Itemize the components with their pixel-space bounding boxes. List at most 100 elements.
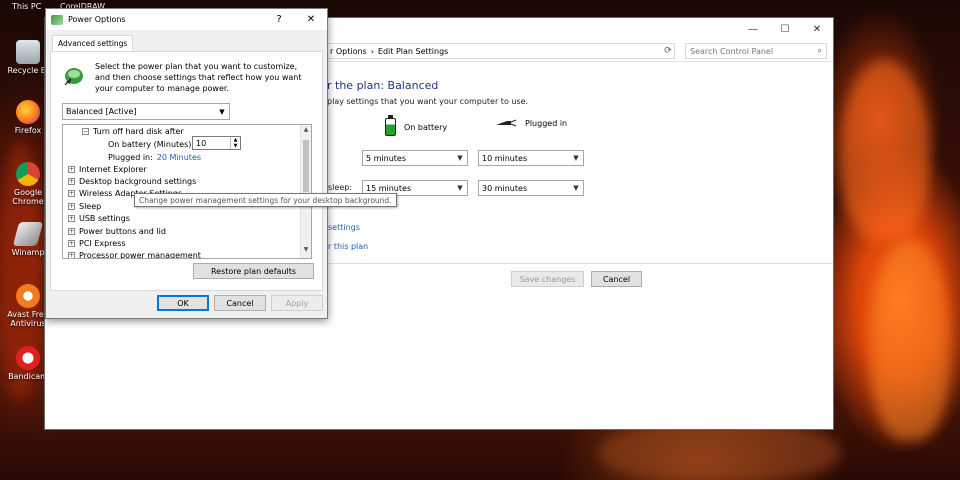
tree-item[interactable]: + Desktop background settings — [68, 177, 196, 186]
breadcrumb[interactable]: r Options › Edit Plan Settings — [325, 43, 675, 59]
power-plan-icon — [64, 68, 83, 86]
breadcrumb-separator-icon: › — [370, 46, 374, 56]
display-on-battery-select[interactable]: 5 minutes ▼ — [362, 150, 468, 166]
close-icon[interactable]: ✕ — [295, 9, 327, 30]
recycle-bin-icon — [16, 40, 40, 64]
close-icon[interactable]: ✕ — [801, 18, 833, 40]
expand-icon[interactable]: + — [68, 228, 75, 235]
select-value: 30 minutes — [482, 183, 528, 193]
tab-strip: Advanced settings — [50, 33, 323, 51]
expand-icon[interactable]: + — [68, 203, 75, 210]
tree-item[interactable]: + Internet Explorer — [68, 165, 147, 174]
chrome-icon — [16, 162, 40, 186]
display-plugged-in-select[interactable]: 10 minutes ▼ — [478, 150, 584, 166]
desktop-icon-label: Google Chrome — [12, 188, 44, 206]
stepper-buttons[interactable]: ▲ ▼ — [230, 137, 240, 149]
tree-item[interactable]: + PCI Express — [68, 239, 126, 248]
chevron-down-icon: ▼ — [457, 184, 463, 192]
expand-icon[interactable]: + — [68, 252, 75, 258]
window-controls: — ☐ ✕ — [737, 18, 833, 40]
collapse-icon[interactable]: − — [82, 128, 89, 135]
avast-icon — [16, 284, 40, 308]
maximize-icon[interactable]: ☐ — [769, 18, 801, 40]
restore-defaults-link[interactable]: r this plan — [328, 242, 368, 251]
scroll-thumb[interactable] — [303, 140, 309, 192]
tree-item-plugged-in: Plugged in: 20 Minutes — [108, 153, 201, 162]
restore-plan-defaults-button[interactable]: Restore plan defaults — [193, 263, 314, 279]
apply-button[interactable]: Apply — [271, 295, 323, 311]
tree-item-label: Turn off hard disk after — [93, 127, 184, 136]
dialog-titlebar: Power Options ? ✕ — [46, 9, 327, 30]
chevron-down-icon: ▼ — [219, 107, 225, 116]
desktop-label-this-pc[interactable]: This PC — [12, 2, 41, 11]
dialog-intro-text: Select the power plan that you want to c… — [95, 62, 302, 93]
power-options-icon — [51, 14, 63, 25]
column-label-on-battery: On battery — [404, 122, 448, 132]
expand-icon[interactable]: + — [68, 190, 75, 197]
breadcrumb-item-power-options[interactable]: r Options — [330, 47, 367, 56]
tree-item-label: PCI Express — [79, 239, 126, 248]
page-subtitle: play settings that you want your compute… — [327, 97, 529, 106]
tree-item-label: Internet Explorer — [79, 165, 147, 174]
sleep-plugged-in-select[interactable]: 30 minutes ▼ — [478, 180, 584, 196]
expand-icon[interactable]: + — [68, 240, 75, 247]
breadcrumb-item-edit-plan[interactable]: Edit Plan Settings — [378, 47, 448, 56]
tree-item-hard-disk[interactable]: − Turn off hard disk after — [82, 127, 184, 136]
stepper-value: 10 — [196, 138, 207, 148]
select-value: 5 minutes — [366, 153, 407, 163]
dialog-cancel-button[interactable]: Cancel — [214, 295, 266, 311]
tab-advanced-settings[interactable]: Advanced settings — [52, 35, 134, 51]
desktop-icon-label: Winamp — [11, 248, 45, 257]
tree-item[interactable]: + Processor power management — [68, 251, 201, 259]
dialog-title-buttons: ? ✕ — [263, 9, 327, 30]
tree-item[interactable]: + Sleep — [68, 202, 101, 211]
on-battery-minutes-stepper[interactable]: 10 ▲ ▼ — [192, 136, 241, 150]
tree-item[interactable]: + USB settings — [68, 214, 130, 223]
minimize-icon[interactable]: — — [737, 18, 769, 40]
page-title: r the plan: Balanced — [327, 79, 439, 92]
tree-item-label: On battery (Minutes): — [108, 140, 195, 149]
expand-icon[interactable]: + — [68, 215, 75, 222]
column-header-plugged-in: Plugged in — [495, 118, 567, 128]
help-icon[interactable]: ? — [263, 9, 295, 30]
winamp-icon — [12, 222, 44, 246]
firefox-icon — [16, 100, 40, 124]
select-value: 15 minutes — [366, 183, 412, 193]
expand-icon[interactable]: + — [68, 166, 75, 173]
tree-item-on-battery: On battery (Minutes): — [108, 140, 194, 149]
tree-scrollbar[interactable]: ▲ ▼ — [300, 125, 311, 258]
plug-icon — [496, 119, 517, 127]
chevron-down-icon: ▼ — [573, 184, 579, 192]
refresh-icon[interactable]: ⟳ — [661, 43, 675, 59]
search-icon: ⌕ — [817, 46, 822, 55]
tooltip: Change power management settings for you… — [134, 193, 397, 207]
desktop-icon-label: Avast Free Antivirus — [7, 310, 49, 328]
chevron-down-icon: ▼ — [457, 154, 463, 162]
select-value: Balanced [Active] — [66, 107, 137, 116]
tree-item[interactable]: + Power buttons and lid — [68, 227, 166, 236]
ok-button[interactable]: OK — [157, 295, 209, 311]
change-advanced-settings-link[interactable]: settings — [328, 223, 360, 232]
plugged-in-value-link[interactable]: 20 Minutes — [157, 153, 201, 162]
advanced-settings-panel: Select the power plan that you want to c… — [50, 51, 323, 291]
search-placeholder: Search Control Panel — [690, 46, 774, 56]
column-label-plugged-in: Plugged in — [525, 118, 568, 128]
tree-item-label: Desktop background settings — [79, 177, 197, 186]
cancel-button[interactable]: Cancel — [591, 271, 642, 287]
settings-tree[interactable]: − Turn off hard disk after On battery (M… — [62, 124, 312, 259]
expand-icon[interactable]: + — [68, 178, 75, 185]
tree-item-label: Plugged in: — [108, 153, 153, 162]
search-input[interactable]: Search Control Panel ⌕ — [685, 43, 827, 59]
tree-item-label: Processor power management — [79, 251, 201, 259]
tree-item-label: USB settings — [79, 214, 130, 223]
tree-item-label: Sleep — [79, 202, 102, 211]
dialog-title: Power Options — [68, 15, 126, 24]
save-changes-button[interactable]: Save changes — [511, 271, 584, 287]
bandicam-icon — [16, 346, 40, 370]
select-value: 10 minutes — [482, 153, 528, 163]
power-options-dialog: Power Options ? ✕ Advanced settings Sele… — [45, 8, 328, 319]
power-plan-select[interactable]: Balanced [Active] ▼ — [62, 103, 230, 120]
scroll-down-icon[interactable]: ▼ — [301, 246, 311, 257]
scroll-up-icon[interactable]: ▲ — [301, 126, 311, 137]
sleep-row-label: sleep: — [328, 183, 353, 192]
